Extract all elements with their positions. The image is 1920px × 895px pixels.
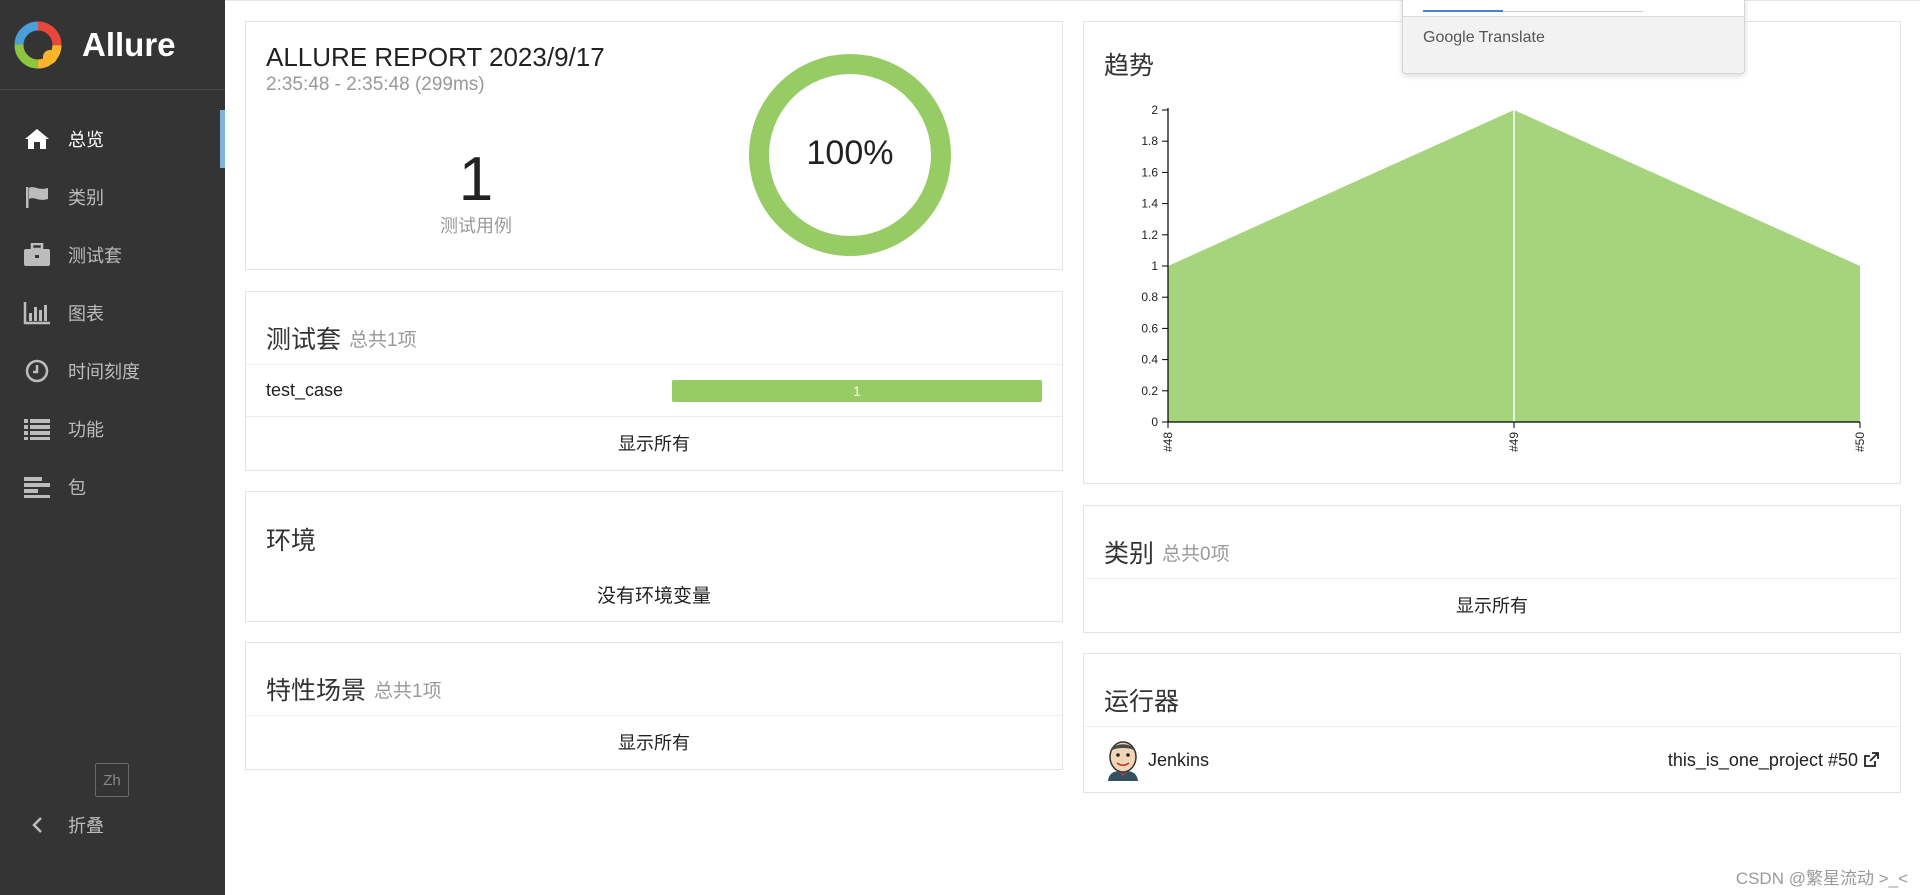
sidebar-item-label: 时间刻度 bbox=[68, 362, 140, 382]
features-title: 特性场景 bbox=[266, 677, 367, 705]
translate-active-tab bbox=[1423, 10, 1503, 12]
language-button[interactable]: Zh bbox=[95, 763, 129, 797]
y-tick-label: 0 bbox=[1151, 415, 1158, 429]
translate-tab-divider bbox=[1503, 11, 1643, 12]
environment-empty-text: 没有环境变量 bbox=[596, 585, 711, 607]
y-tick-label: 2 bbox=[1151, 103, 1158, 117]
y-tick-label: 1 bbox=[1151, 259, 1158, 273]
suite-name: test_case bbox=[266, 380, 344, 400]
sidebar-item-suites[interactable]: 测试套 bbox=[0, 226, 225, 284]
suites-show-all-link[interactable]: 显示所有 bbox=[246, 417, 1062, 469]
y-tick-label: 1.6 bbox=[1141, 165, 1158, 179]
collapse-label: 折叠 bbox=[68, 816, 104, 836]
align-left-icon bbox=[22, 472, 52, 502]
suite-status-bar: 1 bbox=[672, 379, 1042, 402]
watermark: CSDN @繁星流动 >_< bbox=[1735, 869, 1908, 888]
sidebar-item-categories[interactable]: 类别 bbox=[0, 168, 225, 226]
executors-widget: 运行器 Jenkins this_is_one_project #50 bbox=[1083, 653, 1901, 793]
collapse-button[interactable]: 折叠 bbox=[22, 808, 104, 842]
google-translate-popup[interactable]: Google Translate bbox=[1402, 0, 1745, 74]
executor-row[interactable]: Jenkins this_is_one_project #50 bbox=[1084, 727, 1900, 793]
report-title: ALLURE REPORT 2023/9/17 bbox=[266, 42, 605, 72]
suites-count: 总共1项 bbox=[349, 329, 417, 351]
sidebar: Allure 总览 类别 测试套 图表 时间刻度 功能 包 Zh 折叠 bbox=[0, 0, 225, 895]
external-link-icon bbox=[1864, 752, 1879, 767]
trend-area-segment bbox=[1168, 110, 1514, 422]
features-title-bar: 特性场景 总共1项 bbox=[246, 643, 1062, 716]
sidebar-item-overview[interactable]: 总览 bbox=[0, 110, 225, 168]
features-count: 总共1项 bbox=[374, 680, 442, 702]
y-tick-label: 0.8 bbox=[1141, 290, 1158, 304]
y-tick-label: 1.2 bbox=[1141, 228, 1158, 242]
app-name: Allure bbox=[82, 25, 176, 63]
trend-widget: 趋势 0 0.2 0.4 0.6 0.8 1 1.2 1.4 1.6 1.8 2 #48 #49 #50 bbox=[1083, 21, 1901, 484]
suite-passed-count: 1 bbox=[853, 382, 861, 399]
x-tick-label: #48 bbox=[1161, 432, 1175, 452]
brand[interactable]: Allure bbox=[0, 0, 225, 90]
executor-name: Jenkins bbox=[1148, 749, 1210, 770]
sidebar-item-timeline[interactable]: 时间刻度 bbox=[0, 342, 225, 400]
report-time: 2:35:48 - 2:35:48 (299ms) bbox=[266, 74, 485, 95]
environment-title-bar: 环境 bbox=[246, 492, 1062, 565]
sidebar-item-label: 总览 bbox=[68, 130, 104, 150]
x-tick-label: #50 bbox=[1853, 432, 1867, 452]
categories-title: 类别 bbox=[1104, 540, 1155, 568]
briefcase-icon bbox=[22, 240, 52, 270]
chevron-left-icon bbox=[22, 810, 52, 840]
executors-title: 运行器 bbox=[1104, 688, 1180, 716]
sidebar-item-label: 图表 bbox=[68, 304, 104, 324]
sidebar-item-graphs[interactable]: 图表 bbox=[0, 284, 225, 342]
suites-widget: 测试套 总共1项 test_case 1 显示所有 bbox=[245, 291, 1063, 471]
translate-tabs[interactable] bbox=[1403, 0, 1744, 17]
y-tick-label: 1.4 bbox=[1141, 197, 1158, 211]
table-row[interactable]: test_case 1 bbox=[246, 365, 1062, 417]
categories-title-bar: 类别 总共0项 bbox=[1084, 506, 1900, 579]
executor-build-link[interactable]: this_is_one_project #50 bbox=[1668, 750, 1880, 771]
y-tick-label: 0.4 bbox=[1141, 353, 1158, 367]
categories-widget: 类别 总共0项 显示所有 bbox=[1083, 505, 1901, 633]
suites-title-bar: 测试套 总共1项 bbox=[246, 292, 1062, 365]
jenkins-avatar-icon bbox=[1108, 741, 1138, 781]
trend-area-segment bbox=[1514, 110, 1860, 422]
y-tick-label: 1.8 bbox=[1141, 134, 1158, 148]
y-tick-label: 0.2 bbox=[1141, 384, 1158, 398]
environment-widget: 环境 没有环境变量 bbox=[245, 491, 1063, 622]
executor-build-label: this_is_one_project #50 bbox=[1667, 749, 1858, 770]
allure-logo-icon bbox=[14, 21, 62, 68]
trend-chart: 0 0.2 0.4 0.6 0.8 1 1.2 1.4 1.6 1.8 2 #48 #49 #50 bbox=[1141, 103, 1867, 452]
environment-title: 环境 bbox=[266, 526, 317, 555]
features-show-all-link[interactable]: 显示所有 bbox=[246, 716, 1062, 768]
y-tick-label: 0.6 bbox=[1141, 321, 1158, 335]
home-icon bbox=[22, 124, 52, 154]
sidebar-item-label: 测试套 bbox=[68, 246, 122, 266]
categories-show-all-link[interactable]: 显示所有 bbox=[1084, 579, 1900, 631]
x-tick-label: #49 bbox=[1507, 432, 1521, 452]
testcase-count: 1 bbox=[458, 145, 494, 214]
sidebar-item-packages[interactable]: 包 bbox=[0, 458, 225, 516]
executors-title-bar: 运行器 bbox=[1084, 654, 1900, 727]
summary-widget: ALLURE REPORT 2023/9/17 2:35:48 - 2:35:4… bbox=[245, 21, 1063, 270]
clock-icon bbox=[22, 356, 52, 386]
testcase-count-label: 测试用例 bbox=[440, 216, 512, 236]
google-translate-label: Google Translate bbox=[1423, 29, 1545, 46]
suites-title: 测试套 bbox=[266, 326, 342, 354]
sidebar-item-label: 类别 bbox=[68, 188, 104, 208]
bar-chart-icon bbox=[22, 298, 52, 328]
categories-count: 总共0项 bbox=[1162, 543, 1230, 565]
sidebar-item-behaviors[interactable]: 功能 bbox=[0, 400, 225, 458]
features-widget: 特性场景 总共1项 显示所有 bbox=[245, 642, 1063, 770]
sidebar-nav: 总览 类别 测试套 图表 时间刻度 功能 包 bbox=[0, 110, 225, 516]
sidebar-item-label: 功能 bbox=[68, 420, 104, 440]
success-rate: 100% bbox=[806, 134, 894, 172]
list-icon bbox=[22, 414, 52, 444]
flag-icon bbox=[22, 182, 52, 212]
sidebar-item-label: 包 bbox=[68, 478, 86, 498]
